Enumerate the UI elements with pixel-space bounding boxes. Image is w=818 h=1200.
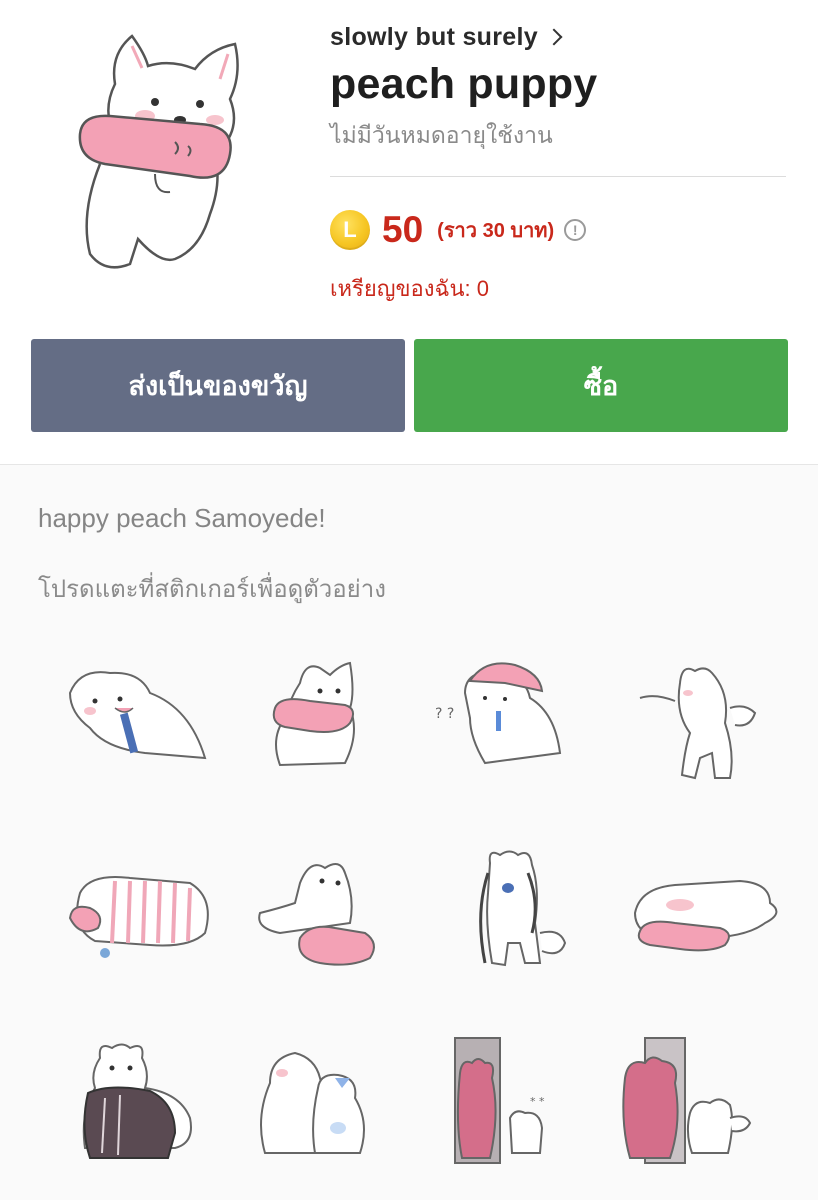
svg-text:* *: * * [530,1095,545,1108]
info-icon[interactable]: ! [564,219,587,241]
main-sticker-image [60,24,260,284]
price-approx: (ราว 30 บาท) [437,220,555,242]
buy-button[interactable]: ซื้อ [414,339,788,432]
author-name[interactable]: slowly but surely [330,23,538,52]
sticker-6[interactable] [240,843,410,983]
send-as-gift-button[interactable]: ส่งเป็นของขวัญ [31,339,405,432]
chevron-right-icon [545,28,563,46]
sticker-1[interactable] [50,653,220,793]
divider [330,176,786,177]
sticker-3[interactable]: ? ? [430,653,600,793]
sticker-10[interactable] [240,1033,410,1173]
price-row: L 50 (ราว 30 บาท) ! [330,207,786,253]
price-amount: 50 [382,209,424,250]
sticker-2[interactable] [240,653,410,793]
sticker-description: happy peach Samoyede! [38,503,326,533]
line-coin-icon: L [330,210,370,250]
my-coins-balance: เหรียญของฉัน: 0 [330,276,489,301]
sticker-header: slowly but surely peach puppy ไม่มีวันหม… [0,0,818,464]
sticker-9[interactable] [50,1033,220,1173]
sticker-11[interactable]: * * [430,1033,600,1173]
sticker-content: happy peach Samoyede! โปรดแตะที่สติกเกอร… [0,464,818,1200]
author-link[interactable]: slowly but surely [330,20,786,54]
sticker-12[interactable] [620,1033,790,1173]
sticker-7[interactable] [430,843,600,983]
sticker-4[interactable] [620,653,790,793]
sticker-5[interactable] [50,843,220,983]
validity-text: ไม่มีวันหมดอายุใช้งาน [330,122,553,148]
svg-text:? ?: ? ? [435,706,454,722]
product-info: slowly but surely peach puppy ไม่มีวันหม… [330,20,786,306]
sticker-8[interactable] [620,843,790,983]
preview-hint: โปรดแตะที่สติกเกอร์เพื่อดูตัวอย่าง [38,576,386,603]
sticker-title: peach puppy [330,60,598,108]
